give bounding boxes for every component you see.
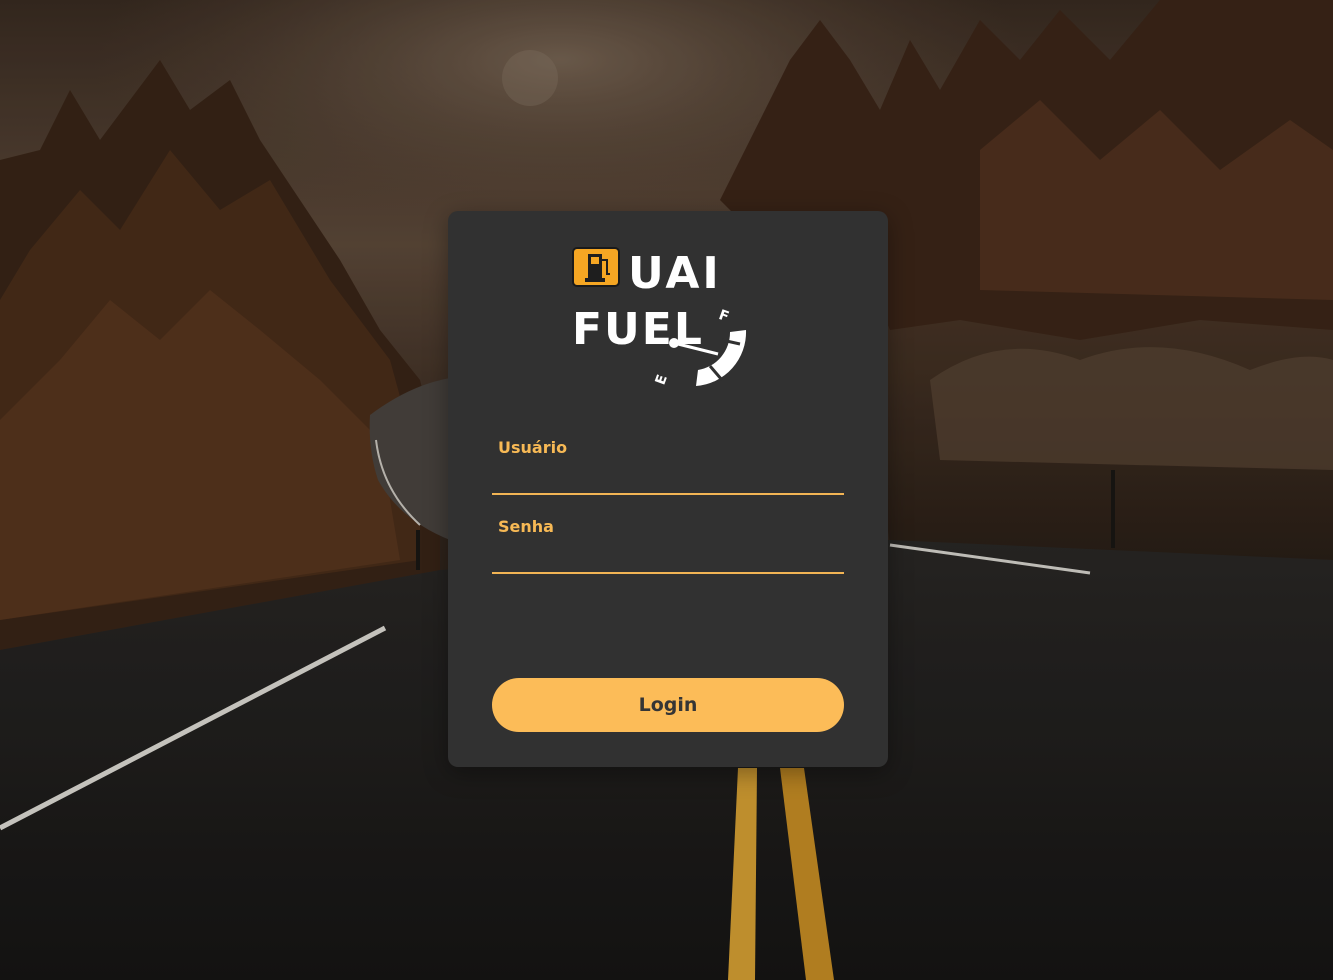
logo-line2: FUEL — [572, 304, 704, 355]
fuel-pump-icon — [572, 247, 620, 287]
gauge-empty-label: E — [653, 373, 671, 387]
login-card: UAI FUEL F E Usuário Senha Login — [448, 211, 888, 767]
password-label: Senha — [498, 517, 554, 536]
username-input[interactable] — [492, 459, 844, 495]
gauge-full-label: F — [717, 307, 731, 325]
username-label: Usuário — [498, 438, 568, 457]
password-field: Senha — [492, 516, 844, 574]
logo-line1: UAI — [628, 248, 722, 299]
login-button[interactable]: Login — [492, 678, 844, 732]
username-field: Usuário — [492, 437, 844, 495]
uaifuel-logo: UAI FUEL F E — [570, 244, 760, 390]
password-input[interactable] — [492, 538, 844, 574]
